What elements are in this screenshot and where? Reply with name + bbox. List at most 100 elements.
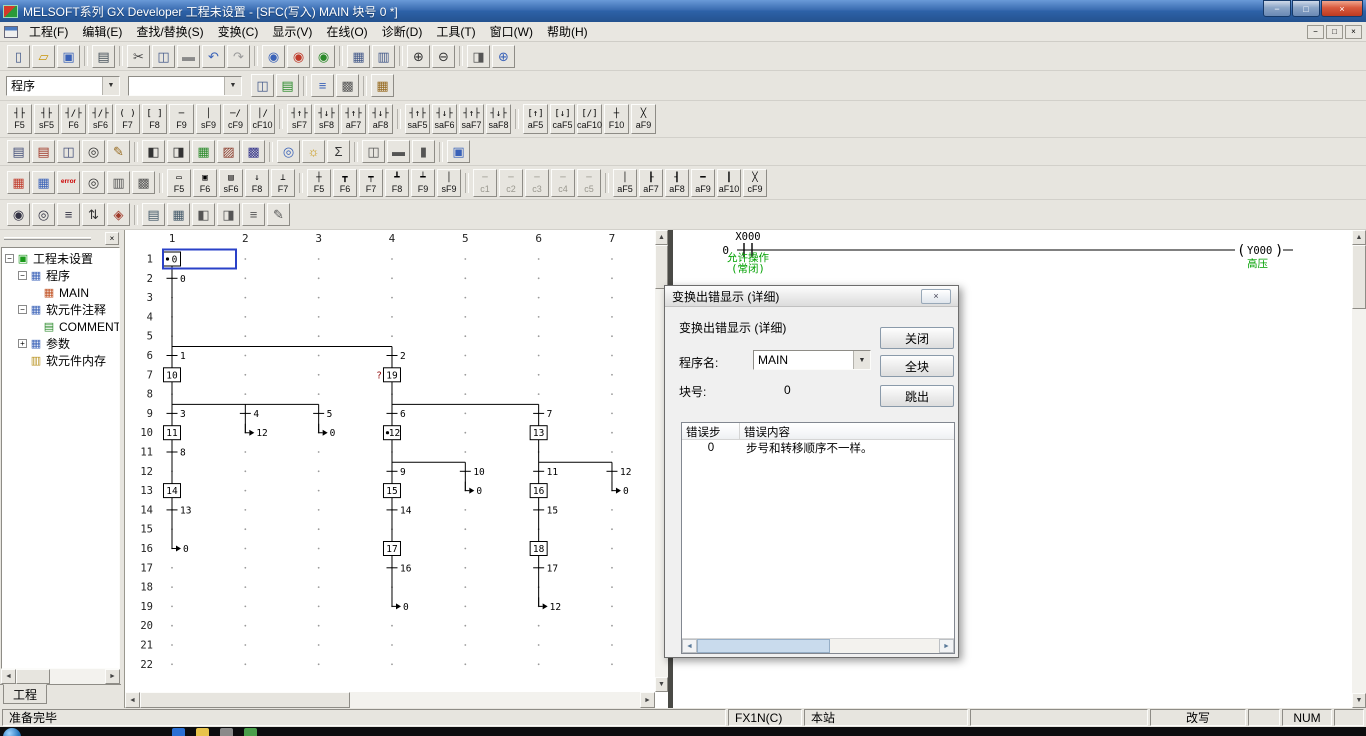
start-button[interactable] bbox=[3, 728, 21, 736]
symbol-button-caF5[interactable]: [↓]caF5 bbox=[550, 104, 575, 134]
sfc-chart[interactable]: 1234567123456789101112131415161718192021… bbox=[125, 230, 655, 692]
block-information-button[interactable]: ▥ bbox=[107, 171, 130, 194]
menu-item-7[interactable]: 工具(T) bbox=[429, 21, 482, 42]
menu-item-3[interactable]: 变换(C) bbox=[211, 21, 266, 42]
chevron-down-icon[interactable]: ▼ bbox=[102, 77, 119, 95]
symbol-button-sF6[interactable]: ▤sF6 bbox=[219, 169, 243, 197]
paste-button[interactable]: ▬ bbox=[177, 45, 200, 68]
ladder-vertical-scrollbar[interactable]: ▲ ▼ bbox=[1352, 230, 1366, 708]
find-button[interactable]: ◉ bbox=[7, 203, 30, 226]
tree-item-project-root[interactable]: −▣工程未设置 bbox=[2, 250, 119, 267]
symbol-button-saF5[interactable]: ┤↑├saF5 bbox=[405, 104, 430, 134]
close-dialog-button[interactable]: 关闭 bbox=[880, 327, 954, 349]
program-check-button[interactable]: Σ bbox=[327, 140, 350, 163]
symbol-button-c3[interactable]: ─c3 bbox=[525, 169, 549, 197]
symbol-button-F5[interactable]: ┼F5 bbox=[307, 169, 331, 197]
trace-button[interactable]: ▨ bbox=[217, 140, 240, 163]
symbol-button-sF8[interactable]: ┤↓├sF8 bbox=[314, 104, 339, 134]
symbol-button-aF9[interactable]: ╳aF9 bbox=[631, 104, 656, 134]
symbol-button-sF9[interactable]: │sF9 bbox=[437, 169, 461, 197]
copy-button[interactable]: ◫ bbox=[152, 45, 175, 68]
symbol-button-cF9[interactable]: ╳cF9 bbox=[743, 169, 767, 197]
chevron-down-icon[interactable]: ▼ bbox=[853, 351, 870, 369]
taskbar-app-icon[interactable] bbox=[220, 728, 233, 736]
menu-item-8[interactable]: 窗口(W) bbox=[483, 21, 540, 42]
error-content-column-header[interactable]: 错误内容 bbox=[740, 423, 954, 439]
jump-button[interactable]: 跳出 bbox=[880, 385, 954, 407]
menu-item-4[interactable]: 显示(V) bbox=[265, 21, 319, 42]
remote-run-button[interactable]: ◨ bbox=[467, 45, 490, 68]
find-device-button[interactable]: ◎ bbox=[32, 203, 55, 226]
scroll-up-icon[interactable]: ▲ bbox=[1352, 230, 1366, 245]
symbol-button-saF8[interactable]: ┤↓├saF8 bbox=[486, 104, 511, 134]
monitor-stop-button[interactable]: ◨ bbox=[167, 140, 190, 163]
sfc-block-button[interactable]: ▦ bbox=[32, 171, 55, 194]
comment-display-button[interactable]: ≡ bbox=[311, 74, 334, 97]
device-usage-list-button[interactable]: ▦ bbox=[167, 203, 190, 226]
device-test-button[interactable]: ▦ bbox=[192, 140, 215, 163]
mdi-close-button[interactable]: × bbox=[1345, 25, 1362, 39]
scroll-down-icon[interactable]: ▼ bbox=[1352, 693, 1366, 708]
edit-mode-button[interactable]: ✎ bbox=[107, 140, 130, 163]
symbol-button-aF5[interactable]: [↑]aF5 bbox=[523, 104, 548, 134]
menu-item-6[interactable]: 诊断(D) bbox=[375, 21, 430, 42]
statement-view-button[interactable]: ▤ bbox=[32, 140, 55, 163]
symbol-button-sF7[interactable]: ┤↑├sF7 bbox=[287, 104, 312, 134]
symbol-button-sF9[interactable]: │sF9 bbox=[196, 104, 221, 134]
collapse-icon[interactable]: − bbox=[18, 271, 27, 280]
symbol-button-F6[interactable]: ┤/├F6 bbox=[61, 104, 86, 134]
windows-taskbar[interactable] bbox=[0, 727, 1366, 736]
dock-grip[interactable] bbox=[4, 237, 91, 240]
undo-button[interactable]: ↶ bbox=[202, 45, 225, 68]
zoom-out-button[interactable]: ⊖ bbox=[432, 45, 455, 68]
symbol-button-aF8[interactable]: ┨aF8 bbox=[665, 169, 689, 197]
new-button[interactable]: ▯ bbox=[7, 45, 30, 68]
options-button[interactable]: ▣ bbox=[447, 140, 470, 163]
symbol-button-F7[interactable]: ⊥F7 bbox=[271, 169, 295, 197]
scroll-up-icon[interactable]: ▲ bbox=[655, 230, 668, 245]
error-step-column-header[interactable]: 错误步 bbox=[682, 423, 740, 439]
split-horizontal-button[interactable]: ▬ bbox=[387, 140, 410, 163]
symbol-button-aF10[interactable]: ┃aF10 bbox=[717, 169, 741, 197]
all-blocks-button[interactable]: 全块 bbox=[880, 355, 954, 377]
symbol-button-saF6[interactable]: ┤↓├saF6 bbox=[432, 104, 457, 134]
save-button[interactable]: ▣ bbox=[57, 45, 80, 68]
symbol-button-cF9[interactable]: ─/cF9 bbox=[223, 104, 248, 134]
menu-item-2[interactable]: 查找/替换(S) bbox=[129, 21, 210, 42]
tree-item-parameter-folder[interactable]: +▦参数 bbox=[2, 335, 119, 352]
expand-icon[interactable]: + bbox=[18, 339, 27, 348]
open-button[interactable]: ▱ bbox=[32, 45, 55, 68]
symbol-button-F6[interactable]: ▣F6 bbox=[193, 169, 217, 197]
plc-write-button[interactable]: ◉ bbox=[287, 45, 310, 68]
block-list-button[interactable]: ◎ bbox=[82, 171, 105, 194]
symbol-button-F7[interactable]: ( )F7 bbox=[115, 104, 140, 134]
ladder-block-button[interactable]: ▦ bbox=[7, 171, 30, 194]
menu-item-1[interactable]: 编辑(E) bbox=[75, 21, 129, 42]
cut-button[interactable]: ✂ bbox=[127, 45, 150, 68]
taskbar-gx-icon[interactable] bbox=[244, 728, 257, 736]
window-left-button[interactable]: ◧ bbox=[192, 203, 215, 226]
chevron-down-icon[interactable]: ▼ bbox=[224, 77, 241, 95]
sort-button[interactable]: ▩ bbox=[132, 171, 155, 194]
dialog-title-bar[interactable]: 变换出错显示 (详细) × bbox=[665, 286, 958, 307]
symbol-button-aF5[interactable]: │aF5 bbox=[613, 169, 637, 197]
close-panel-icon[interactable]: × bbox=[105, 232, 119, 245]
symbol-button-sF6[interactable]: ┤/├sF6 bbox=[88, 104, 113, 134]
taskbar-browser-icon[interactable] bbox=[172, 728, 185, 736]
symbol-button-cF10[interactable]: │/cF10 bbox=[250, 104, 275, 134]
scroll-right-icon[interactable]: ► bbox=[105, 669, 120, 684]
help-button[interactable]: ⊕ bbox=[492, 45, 515, 68]
symbol-button-aF9[interactable]: ━aF9 bbox=[691, 169, 715, 197]
symbol-button-sF5[interactable]: ┤├sF5 bbox=[34, 104, 59, 134]
symbol-button-F9[interactable]: ┷F9 bbox=[411, 169, 435, 197]
menu-item-0[interactable]: 工程(F) bbox=[22, 21, 75, 42]
symbol-button-aF7[interactable]: ┤↑├aF7 bbox=[341, 104, 366, 134]
brightness-button[interactable]: ☼ bbox=[302, 140, 325, 163]
symbol-button-c4[interactable]: ─c4 bbox=[551, 169, 575, 197]
minimize-button[interactable]: − bbox=[1263, 0, 1291, 17]
note-view-button[interactable]: ◫ bbox=[57, 140, 80, 163]
symbol-button-F8[interactable]: ┻F8 bbox=[385, 169, 409, 197]
mdi-child-icon[interactable] bbox=[4, 26, 18, 38]
symbol-button-F9[interactable]: ─F9 bbox=[169, 104, 194, 134]
menu-item-5[interactable]: 在线(O) bbox=[319, 21, 374, 42]
